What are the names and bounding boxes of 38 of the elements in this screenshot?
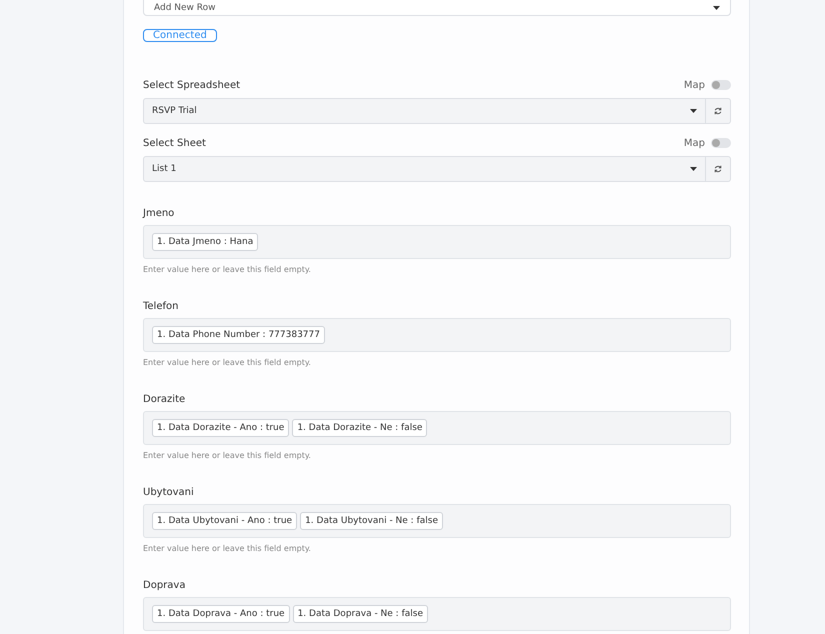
input-field[interactable]: 1. Data Doprava - Ano : true 1. Data Doprava - Ne : false [143,597,731,631]
field-label: Telefon [143,301,178,312]
input-field[interactable]: 1. Data Jmeno : Hana [143,225,731,259]
input-field[interactable]: 1. Data Phone Number : 777383777 [143,318,731,352]
help-text: Enter value here or leave this field empty. [143,265,312,274]
map-label: Map [684,138,705,148]
data-token: 1. Data Ubytovani - Ne : false [300,512,443,530]
refresh-button[interactable] [706,98,731,124]
action-select[interactable]: Add New Row [143,0,731,16]
field-label: Select Sheet [143,138,206,148]
map-toggle[interactable] [711,80,731,90]
refresh-icon [714,165,722,173]
field-label: Jmeno [143,208,174,219]
data-token: 1. Data Ubytovani - Ano : true [152,512,298,530]
select-field[interactable]: RSVP Trial [143,98,706,124]
data-token: 1. Data Dorazite - Ano : true [152,419,290,437]
refresh-icon [714,107,722,115]
caret-icon [713,6,720,10]
map-toggle[interactable] [711,138,731,148]
data-token: 1. Data Doprava - Ano : true [152,605,290,623]
caret-icon [690,109,697,113]
field-label: Doprava [143,580,186,591]
select-field[interactable]: List 1 [143,156,706,182]
refresh-button[interactable] [706,156,731,182]
input-field[interactable]: 1. Data Ubytovani - Ano : true 1. Data Ubytovani - Ne : false [143,504,731,538]
help-text: Enter value here or leave this field empty. [143,544,312,553]
field-label: Select Spreadsheet [143,80,240,90]
data-token: 1. Data Doprava - Ne : false [292,605,428,623]
input-field[interactable]: 1. Data Dorazite - Ano : true 1. Data Dorazite - Ne : false [143,411,731,445]
caret-icon [690,167,697,171]
data-token: 1. Data Jmeno : Hana [152,233,258,251]
data-token: 1. Data Phone Number : 777383777 [152,326,325,344]
field-label: Ubytovani [143,487,194,498]
help-text: Enter value here or leave this field empty. [143,451,312,460]
help-text: Enter value here or leave this field empty. [143,358,312,367]
map-label: Map [684,80,705,90]
field-label: Dorazite [143,394,186,405]
data-token: 1. Data Dorazite - Ne : false [292,419,428,437]
